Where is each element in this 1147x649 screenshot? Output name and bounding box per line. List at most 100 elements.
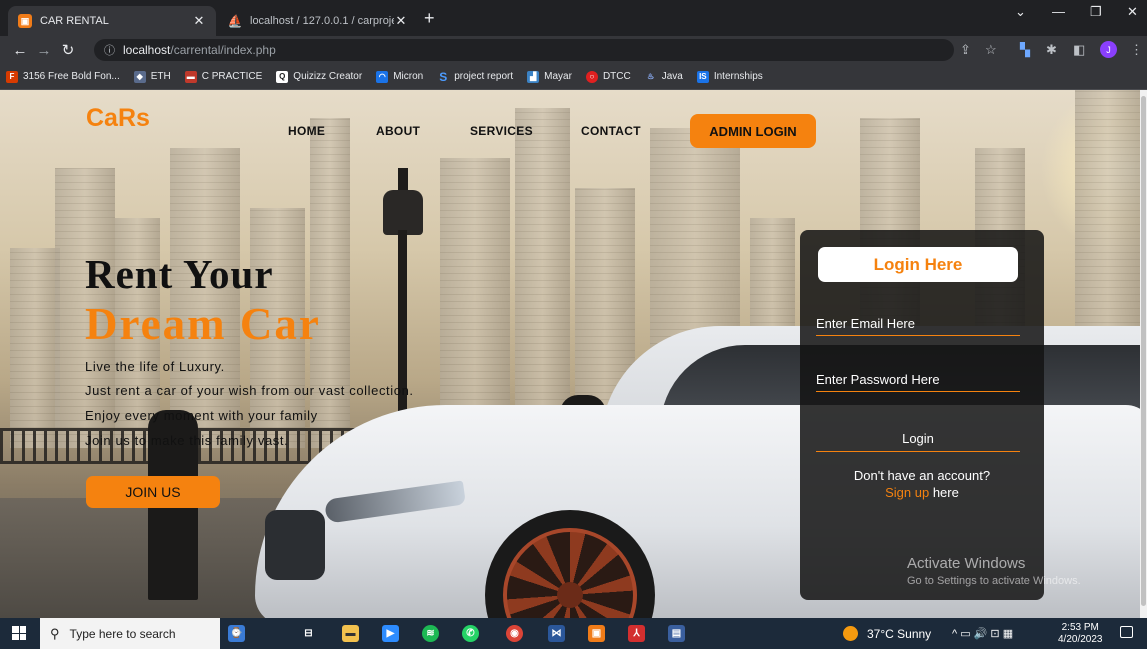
- extension-icon[interactable]: ▚: [1020, 42, 1030, 58]
- menu-kebab-icon[interactable]: ⋮: [1130, 42, 1143, 58]
- whatsapp-icon[interactable]: ✆: [462, 625, 479, 642]
- site-info-icon[interactable]: ⓘ: [104, 42, 115, 58]
- signup-suffix: here: [929, 485, 959, 500]
- weather-widget[interactable]: 37°C Sunny: [843, 626, 931, 641]
- chrome-icon[interactable]: ◉: [506, 625, 523, 642]
- page-scrollbar[interactable]: [1140, 90, 1147, 618]
- tab-phpmyadmin[interactable]: ⛵ localhost / 127.0.0.1 / carproject ✕: [218, 6, 418, 36]
- extensions-puzzle-icon[interactable]: ✱: [1046, 42, 1057, 58]
- mayar-icon: ▟: [527, 70, 540, 83]
- search-icon: ⚲: [50, 625, 60, 641]
- font-icon: F: [6, 70, 18, 83]
- url-host: localhost: [123, 43, 171, 57]
- signup-line: Sign up here: [800, 485, 1044, 500]
- spotify-icon[interactable]: ≋: [422, 625, 439, 642]
- java-icon: ♨: [647, 72, 655, 81]
- notes-icon[interactable]: ▤: [668, 625, 685, 642]
- no-account-text: Don't have an account?: [853, 468, 991, 483]
- project-report-icon: S: [439, 69, 448, 84]
- join-us-button[interactable]: JOIN US: [86, 476, 220, 508]
- login-panel: Login Here Enter Email Here Enter Passwo…: [800, 230, 1044, 600]
- micron-icon: ◠: [376, 70, 389, 83]
- site-logo[interactable]: CaRs: [86, 104, 150, 133]
- system-tray-icons[interactable]: ^ ▭ 🔊 ⊡ ▦: [952, 627, 1013, 640]
- clock-date: 4/20/2023: [1058, 634, 1103, 645]
- bookmark-item[interactable]: IS Internships: [696, 70, 763, 83]
- windows-start-icon[interactable]: [12, 626, 26, 640]
- close-window-icon[interactable]: ✕: [1127, 4, 1138, 20]
- hero-tagline: Live the life of Luxury.: [85, 359, 225, 374]
- browser-tab-bar: ▣ CAR RENTAL ✕ ⛵ localhost / 127.0.0.1 /…: [0, 0, 1147, 36]
- email-field[interactable]: Enter Email Here: [816, 312, 1020, 336]
- new-tab-icon[interactable]: +: [424, 9, 435, 27]
- car-grille: [265, 510, 325, 580]
- admin-login-button[interactable]: ADMIN LOGIN: [690, 114, 816, 148]
- file-explorer-icon[interactable]: ▬: [342, 625, 359, 642]
- bookmark-item[interactable]: F 3156 Free Bold Fon...: [6, 70, 120, 83]
- bookmark-item[interactable]: Q Quizizz Creator: [276, 70, 362, 83]
- nav-contact[interactable]: CONTACT: [581, 124, 641, 138]
- ethereum-icon: ◆: [133, 70, 146, 83]
- side-panel-icon[interactable]: ◧: [1073, 42, 1085, 58]
- tab-search-chevron-icon[interactable]: ⌄: [1015, 4, 1026, 20]
- close-tab-icon[interactable]: ✕: [192, 13, 206, 29]
- profile-avatar[interactable]: J: [1100, 41, 1117, 58]
- taskbar-app-icon[interactable]: ⌚: [228, 625, 245, 642]
- windows-taskbar: ⚲ Type here to search ⌚ ⊟ ▬ ▶ ≋ ✆ ◉ ⋈ ▣ …: [0, 618, 1147, 649]
- signup-link[interactable]: Sign up: [885, 485, 929, 500]
- search-placeholder: Type here to search: [69, 626, 176, 641]
- hero-tagline: Enjoy every moment with your family: [85, 408, 318, 423]
- tab-title: CAR RENTAL: [40, 15, 109, 27]
- back-icon[interactable]: ←: [8, 42, 32, 59]
- notification-icon[interactable]: [1120, 626, 1133, 638]
- bookmark-item[interactable]: ▬ C PRACTICE: [184, 70, 262, 83]
- bookmark-item[interactable]: ◠ Micron: [376, 70, 423, 83]
- sun-icon: [843, 626, 858, 641]
- browser-toolbar: ← → ↻ ⓘ localhost/carrental/index.php: [0, 36, 1147, 64]
- clock-time: 2:53 PM: [1061, 622, 1099, 633]
- tab-title: localhost / 127.0.0.1 / carproject: [250, 15, 394, 27]
- reload-icon[interactable]: ↻: [56, 41, 80, 59]
- bookmark-item[interactable]: ♨ Java: [645, 71, 683, 83]
- minimize-window-icon[interactable]: —: [1052, 4, 1065, 19]
- share-icon[interactable]: ⇪: [960, 42, 971, 58]
- activate-windows-hint[interactable]: Go to Settings to activate Windows.: [907, 575, 1081, 587]
- vscode-icon[interactable]: ⋈: [548, 625, 565, 642]
- taskbar-search-input[interactable]: ⚲ Type here to search: [40, 618, 220, 649]
- app-icon[interactable]: ▣: [588, 625, 605, 642]
- bookmark-star-icon[interactable]: ☆: [985, 42, 997, 58]
- quizizz-icon: Q: [276, 70, 289, 83]
- nav-about[interactable]: ABOUT: [376, 124, 420, 138]
- forward-icon[interactable]: →: [32, 42, 56, 59]
- restore-window-icon[interactable]: ❐: [1090, 4, 1102, 20]
- dtcc-icon: ○: [585, 70, 598, 83]
- url-path: /carrental/index.php: [170, 43, 276, 57]
- scrollbar-thumb[interactable]: [1141, 96, 1146, 606]
- background-building: [310, 118, 350, 448]
- street-lamp-finial: [398, 168, 408, 192]
- page-viewport: CaRs HOME ABOUT SERVICES CONTACT ADMIN L…: [0, 90, 1140, 618]
- tab-car-rental[interactable]: ▣ CAR RENTAL ✕: [8, 6, 216, 36]
- bookmark-item[interactable]: ○ DTCC: [585, 70, 631, 83]
- zoom-icon[interactable]: ▶: [382, 625, 399, 642]
- activate-windows-title: Activate Windows: [907, 555, 1026, 572]
- address-bar[interactable]: ⓘ localhost/carrental/index.php: [94, 39, 954, 61]
- taskbar-clock[interactable]: 2:53 PM 4/20/2023: [1058, 622, 1103, 646]
- background-building: [515, 108, 570, 448]
- bookmarks-bar: F 3156 Free Bold Fon... ◆ ETH ▬ C PRACTICE …: [0, 64, 1147, 90]
- bookmark-item[interactable]: ◆ ETH: [133, 70, 171, 83]
- bookmark-item[interactable]: Sproject report: [437, 69, 513, 84]
- acrobat-icon[interactable]: ⅄: [628, 625, 645, 642]
- login-button[interactable]: Login: [816, 426, 1020, 452]
- close-tab-icon[interactable]: ✕: [394, 13, 408, 29]
- hero-tagline: Just rent a car of your wish from our va…: [85, 383, 414, 398]
- nav-home[interactable]: HOME: [288, 124, 325, 138]
- hero-title-highlight: Dream Car: [85, 299, 321, 349]
- background-building: [10, 248, 60, 448]
- password-field[interactable]: Enter Password Here: [816, 368, 1020, 392]
- phpmyadmin-favicon-icon: ⛵: [227, 14, 243, 28]
- task-view-icon[interactable]: ⊟: [300, 625, 317, 642]
- nav-services[interactable]: SERVICES: [470, 124, 533, 138]
- car-hub: [557, 582, 583, 608]
- bookmark-item[interactable]: ▟ Mayar: [527, 70, 572, 83]
